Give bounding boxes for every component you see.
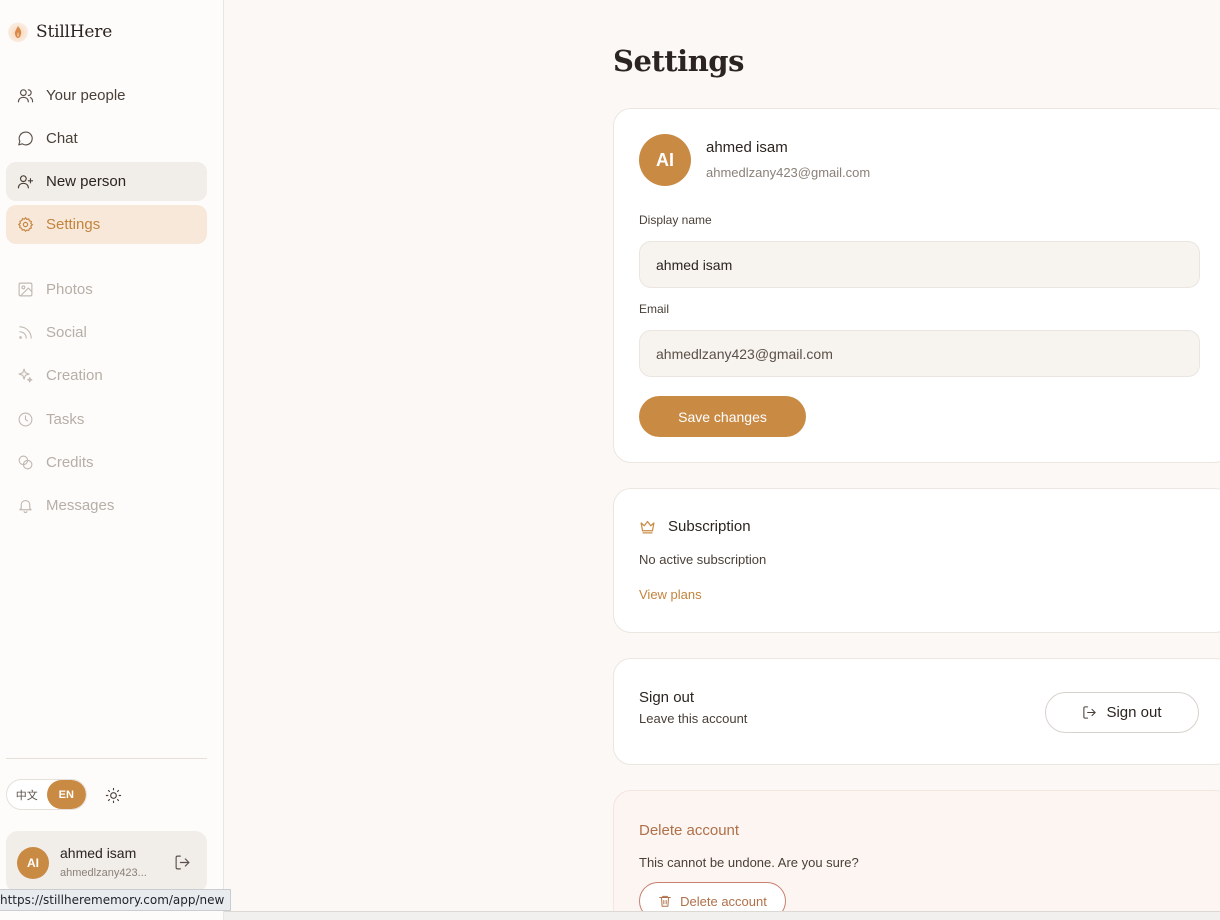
sidebar-item-creation: Creation <box>6 356 207 395</box>
profile-name: ahmed isam <box>706 139 788 156</box>
coins-icon <box>18 455 33 470</box>
sidebar-item-label: Photos <box>46 281 93 298</box>
sidebar-item-label: Chat <box>46 130 78 147</box>
signout-card: Sign out Leave this account Sign out <box>613 658 1220 765</box>
subscription-title: Subscription <box>668 518 751 535</box>
sidebar-item-settings[interactable]: Settings <box>6 205 207 244</box>
view-plans-link[interactable]: View plans <box>639 587 702 602</box>
sidebar-item-social: Social <box>6 313 207 352</box>
brand-name: StillHere <box>36 22 113 42</box>
sign-out-button[interactable]: Sign out <box>1045 692 1199 733</box>
signout-description: Leave this account <box>639 711 748 726</box>
trash-icon <box>659 895 671 907</box>
brand[interactable]: StillHere <box>8 18 112 46</box>
profile-card: AI ahmed isam ahmedlzany423@gmail.com Di… <box>613 108 1220 463</box>
sidebar-item-messages: Messages <box>6 486 207 525</box>
language-option-en[interactable]: EN <box>46 780 86 809</box>
logout-icon <box>1083 706 1097 719</box>
flame-logo-icon <box>8 22 28 42</box>
status-bar-url: https://stillherememory.com/app/new <box>0 889 232 911</box>
user-email: ahmedlzany423... <box>60 867 147 879</box>
chat-bubble-icon <box>18 131 33 146</box>
bottom-strip <box>224 911 1220 920</box>
sidebar-divider <box>6 758 207 759</box>
sign-out-button-label: Sign out <box>1106 704 1162 721</box>
display-name-label: Display name <box>639 213 712 227</box>
save-changes-button[interactable]: Save changes <box>639 396 806 437</box>
email-field[interactable] <box>639 330 1200 377</box>
sidebar-item-label: Credits <box>46 454 94 471</box>
sidebar-item-your-people[interactable]: Your people <box>6 76 207 115</box>
language-toggle[interactable]: 中文 EN <box>6 779 87 810</box>
sun-icon <box>105 787 121 803</box>
delete-account-card: Delete account This cannot be undone. Ar… <box>613 790 1220 920</box>
theme-toggle-button[interactable] <box>103 785 123 805</box>
users-icon <box>17 89 34 103</box>
subscription-card: Subscription No active subscription View… <box>613 488 1220 633</box>
user-name: ahmed isam <box>60 845 137 861</box>
rss-icon <box>19 326 32 339</box>
bell-icon <box>19 499 32 514</box>
delete-account-description: This cannot be undone. Are you sure? <box>639 855 859 870</box>
sidebar-item-label: Your people <box>46 87 126 104</box>
avatar: AI <box>17 847 49 879</box>
subscription-status: No active subscription <box>639 552 767 567</box>
sidebar-item-label: Social <box>46 324 87 341</box>
sparkles-icon <box>18 368 33 383</box>
sidebar-item-label: Settings <box>46 216 101 233</box>
profile-email: ahmedlzany423@gmail.com <box>706 165 871 180</box>
crown-icon <box>640 520 655 534</box>
sidebar-item-photos: Photos <box>6 270 207 309</box>
sidebar-item-new-person[interactable]: New person <box>6 162 207 201</box>
sidebar-item-label: Tasks <box>46 411 85 428</box>
sidebar-item-tasks: Tasks <box>6 400 207 439</box>
subscription-header: Subscription <box>639 518 751 535</box>
sidebar-item-chat[interactable]: Chat <box>6 119 207 158</box>
sidebar: StillHere Your people Chat New person Se… <box>0 0 224 920</box>
gear-icon <box>17 216 34 233</box>
logout-icon[interactable] <box>174 854 191 871</box>
user-card[interactable]: AI ahmed isam ahmedlzany423... <box>6 831 207 893</box>
language-option-zh[interactable]: 中文 <box>7 780 47 809</box>
sidebar-item-label: Creation <box>46 367 103 384</box>
email-label: Email <box>639 302 670 316</box>
avatar: AI <box>639 134 691 186</box>
signout-title: Sign out <box>639 689 695 706</box>
display-name-field[interactable] <box>639 241 1200 288</box>
sidebar-item-credits: Credits <box>6 443 207 482</box>
page-title: Settings <box>613 44 744 78</box>
clock-icon <box>18 412 33 427</box>
sidebar-item-label: Messages <box>46 497 115 514</box>
image-icon <box>18 282 33 297</box>
sidebar-item-label: New person <box>46 173 127 190</box>
delete-account-title: Delete account <box>639 822 740 839</box>
user-plus-icon <box>17 175 34 189</box>
delete-account-button-label: Delete account <box>680 893 767 909</box>
